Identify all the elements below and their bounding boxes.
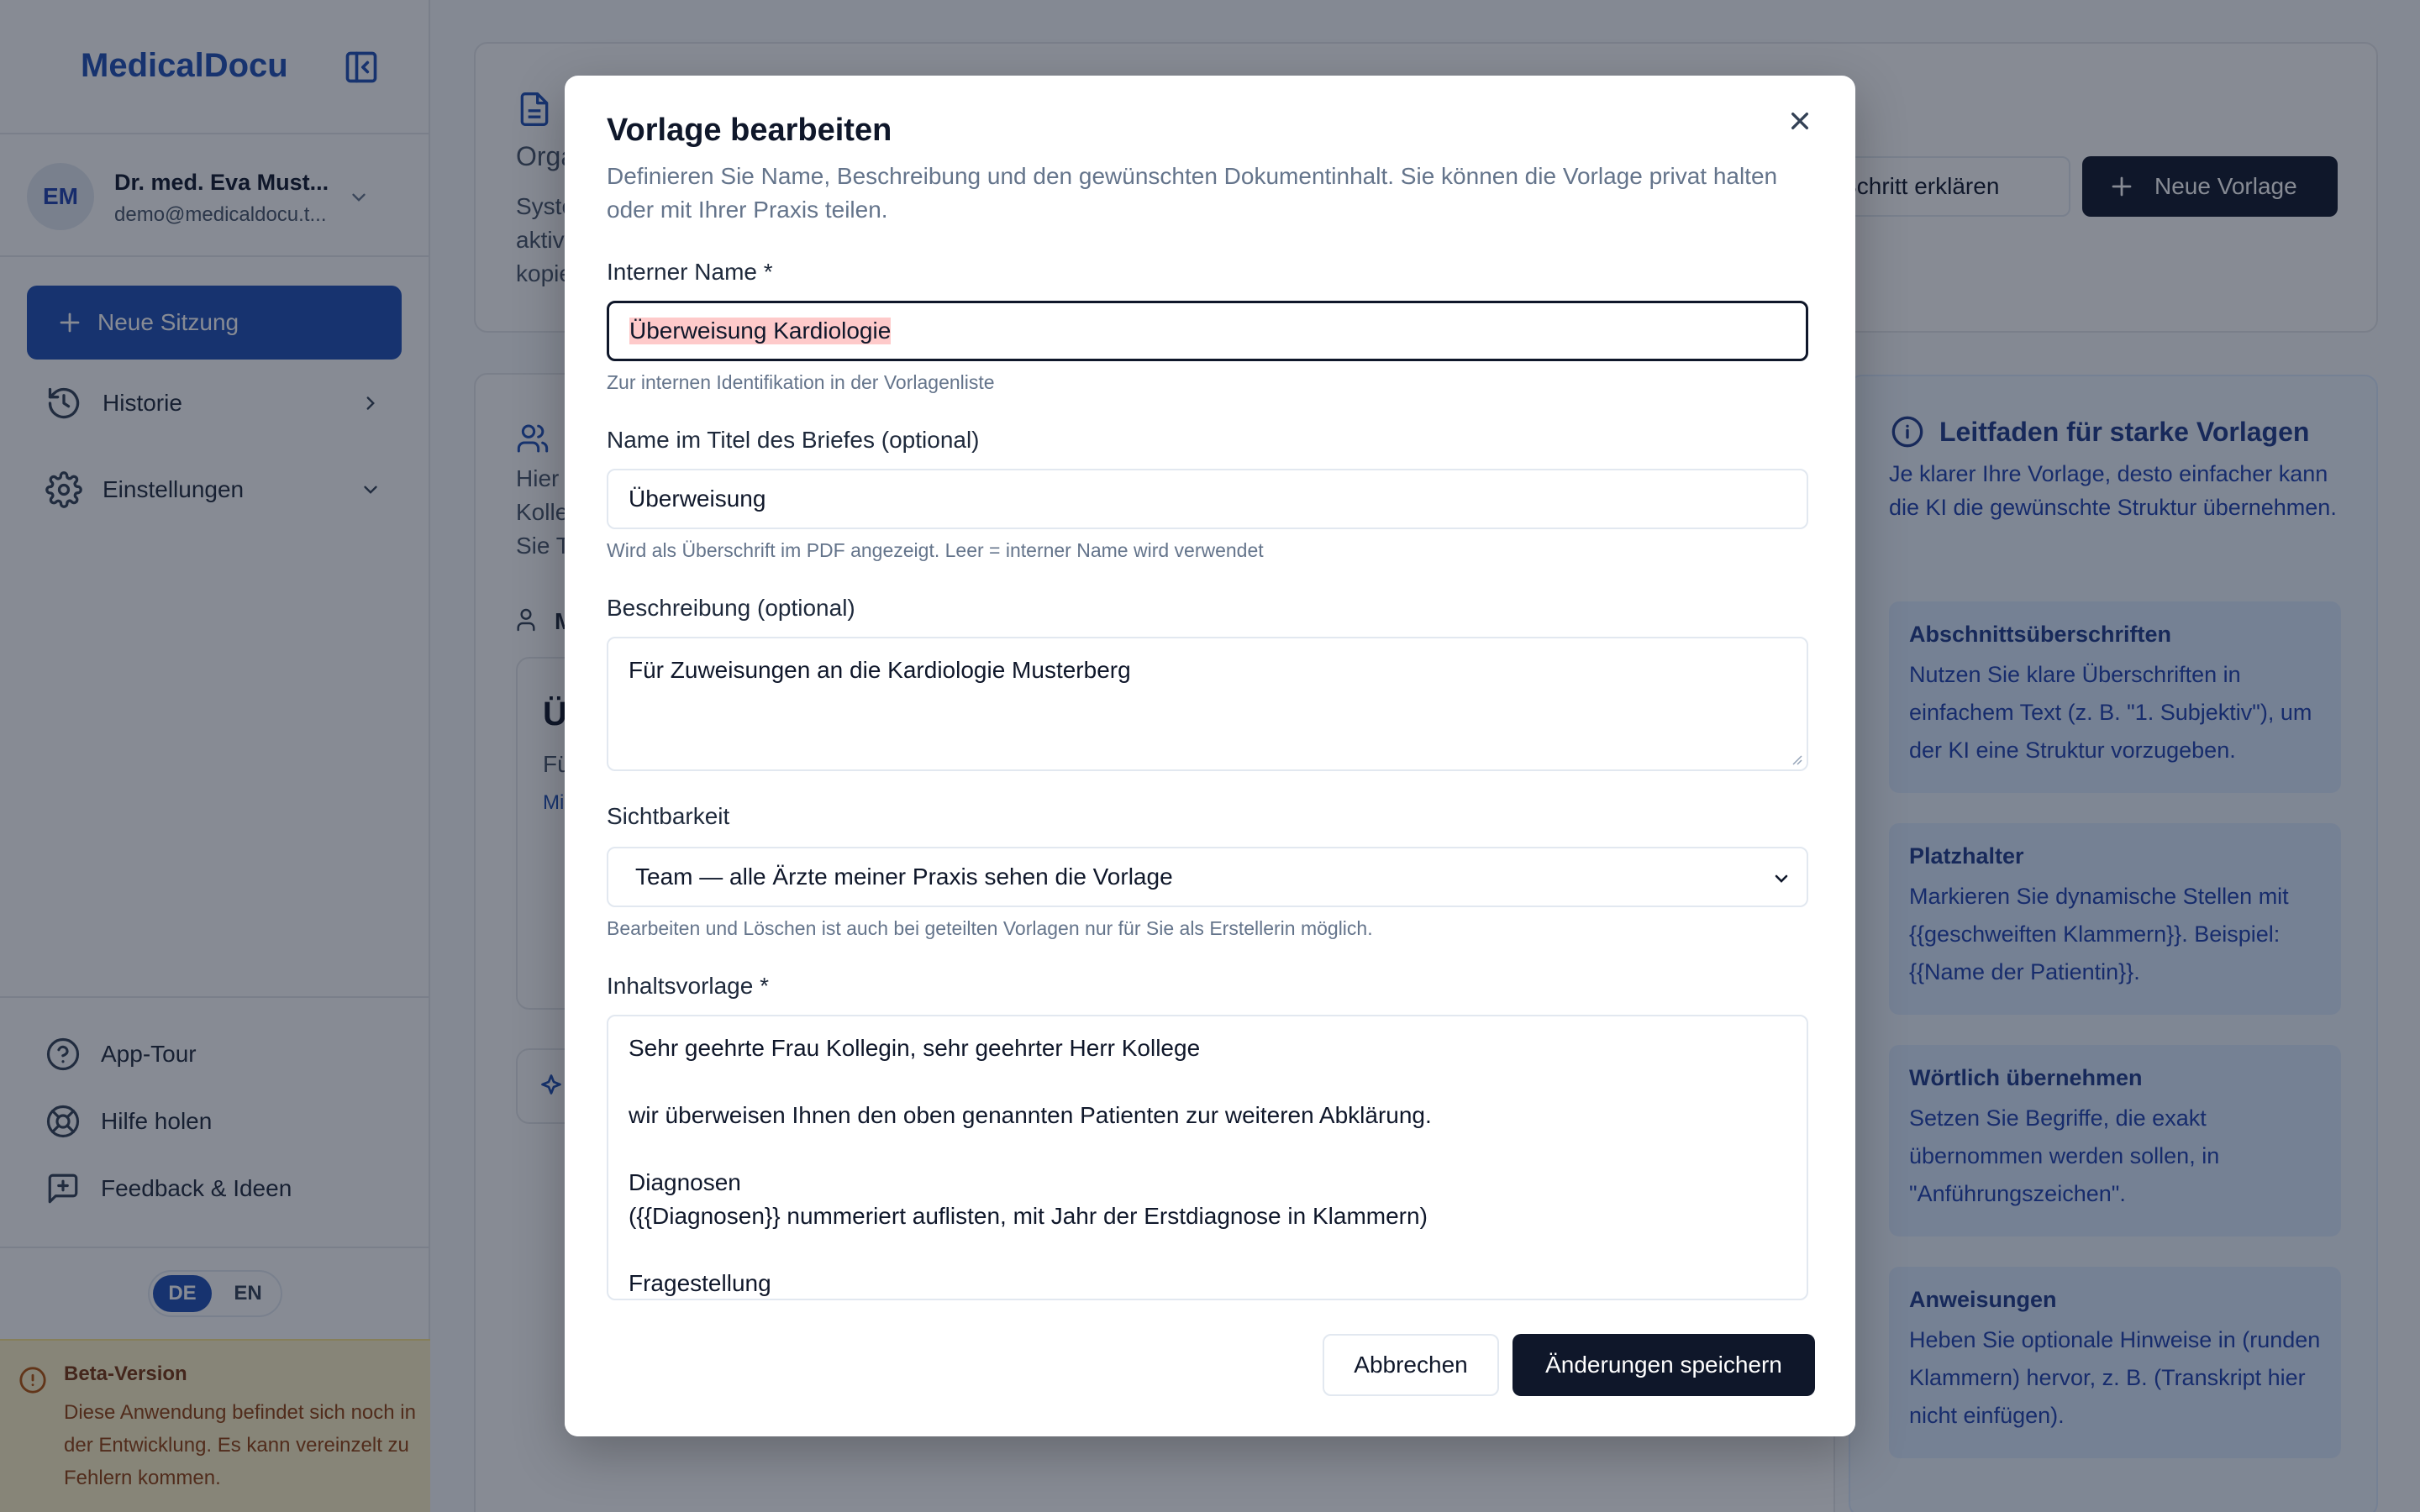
internal-name-value: Überweisung Kardiologie xyxy=(629,318,892,344)
visibility-selected-value: Team — alle Ärzte meiner Praxis sehen di… xyxy=(635,864,1173,890)
content-label: Inhaltsvorlage * xyxy=(607,973,770,999)
content-line: ({{Diagnosen}} nummeriert auflisten, mit… xyxy=(629,1203,1428,1229)
letter-title-input[interactable]: Überweisung xyxy=(607,469,1808,529)
content-line: wir überweisen Ihnen den oben genannten … xyxy=(629,1102,1432,1128)
letter-title-label: Name im Titel des Briefes (optional) xyxy=(607,427,980,453)
resize-handle-icon[interactable] xyxy=(1788,751,1803,766)
content-line xyxy=(629,1132,1786,1166)
edit-template-dialog: Vorlage bearbeiten Definieren Sie Name, … xyxy=(565,76,1855,1436)
internal-name-label: Interner Name * xyxy=(607,259,773,285)
visibility-select[interactable]: Team — alle Ärzte meiner Praxis sehen di… xyxy=(607,847,1808,907)
save-changes-button[interactable]: Änderungen speichern xyxy=(1512,1334,1815,1396)
dialog-title: Vorlage bearbeiten xyxy=(607,113,892,148)
internal-name-hint: Zur internen Identifikation in der Vorla… xyxy=(607,371,995,393)
content-textarea[interactable]: Sehr geehrte Frau Kollegin, sehr geehrte… xyxy=(607,1015,1808,1300)
internal-name-input[interactable]: Überweisung Kardiologie xyxy=(607,301,1808,361)
visibility-hint: Bearbeiten und Löschen ist auch bei gete… xyxy=(607,917,1373,939)
description-value: Für Zuweisungen an die Kardiologie Muste… xyxy=(629,657,1131,683)
content-line xyxy=(629,1233,1786,1267)
content-line: Diagnosen xyxy=(629,1169,741,1195)
letter-title-hint: Wird als Überschrift im PDF angezeigt. L… xyxy=(607,539,1264,561)
description-label: Beschreibung (optional) xyxy=(607,595,855,621)
description-textarea[interactable]: Für Zuweisungen an die Kardiologie Muste… xyxy=(607,637,1808,771)
content-line: Fragestellung xyxy=(629,1270,771,1296)
visibility-label: Sichtbarkeit xyxy=(607,803,730,829)
letter-title-value: Überweisung xyxy=(629,486,766,512)
cancel-button[interactable]: Abbrechen xyxy=(1323,1334,1499,1396)
content-line: Sehr geehrte Frau Kollegin, sehr geehrte… xyxy=(629,1035,1201,1061)
chevron-down-icon xyxy=(1775,874,1788,883)
close-icon[interactable] xyxy=(1783,104,1817,138)
dialog-description: Definieren Sie Name, Beschreibung und de… xyxy=(607,163,1778,223)
content-line xyxy=(629,1065,1786,1099)
